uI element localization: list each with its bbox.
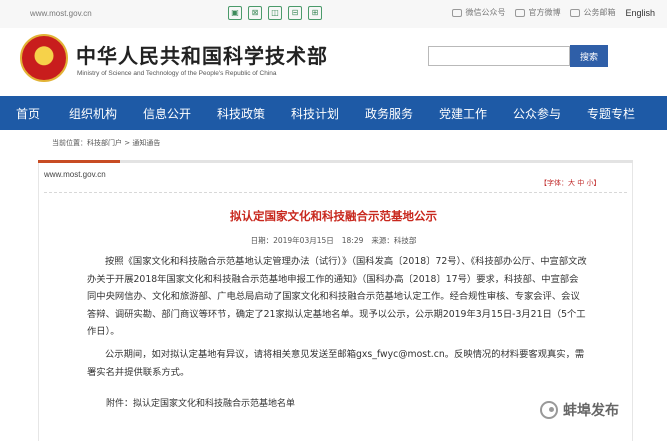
tool-icon-1[interactable]: ▣ bbox=[228, 6, 242, 20]
accessibility-tools: ▣ ⊠ ◫ ⊟ ⊞ bbox=[228, 6, 322, 20]
nav-party-building[interactable]: 党建工作 bbox=[426, 105, 500, 122]
nav-public-participation[interactable]: 公众参与 bbox=[500, 105, 574, 122]
article-site-url: www.most.gov.cn bbox=[44, 170, 106, 179]
nav-home[interactable]: 首页 bbox=[0, 105, 56, 122]
search-input[interactable] bbox=[428, 46, 570, 66]
article-time: 18:29 bbox=[341, 236, 364, 245]
article-paragraph-1: 按照《国家文化和科技融合示范基地认定管理办法（试行）》（国科发高〔2018〕72… bbox=[87, 256, 587, 337]
nav-programs[interactable]: 科技计划 bbox=[278, 105, 352, 122]
nav-organization[interactable]: 组织机构 bbox=[56, 105, 130, 122]
tool-icon-3[interactable]: ◫ bbox=[268, 6, 282, 20]
search-button[interactable]: 搜索 bbox=[570, 45, 608, 67]
main-nav: 首页 组织机构 信息公开 科技政策 科技计划 政务服务 党建工作 公众参与 专题… bbox=[0, 96, 667, 130]
article-meta: 日期：2019年03月15日 18:29 来源：科技部 bbox=[0, 235, 667, 246]
top-utility-bar: www.most.gov.cn ▣ ⊠ ◫ ⊟ ⊞ 微信公众号 官方微博 公务邮… bbox=[0, 0, 667, 28]
font-size-switcher: 【字体：大 中 小】 bbox=[540, 179, 601, 187]
nav-policy[interactable]: 科技政策 bbox=[204, 105, 278, 122]
weibo-icon bbox=[515, 8, 526, 17]
weibo-link[interactable]: 官方微博 bbox=[515, 7, 560, 18]
nav-services[interactable]: 政务服务 bbox=[352, 105, 426, 122]
font-large-link[interactable]: 大 bbox=[568, 179, 575, 187]
wechat-icon bbox=[452, 8, 463, 17]
watermark-text: 蚌埠发布 bbox=[563, 403, 619, 419]
breadcrumb[interactable]: 当前位置：科技部门户 > 通知通告 bbox=[52, 138, 160, 148]
article-divider bbox=[44, 192, 627, 193]
font-medium-link[interactable]: 中 bbox=[577, 179, 584, 187]
wechat-link[interactable]: 微信公众号 bbox=[452, 7, 505, 18]
tool-icon-2[interactable]: ⊠ bbox=[248, 6, 262, 20]
site-header: 中华人民共和国科学技术部 Ministry of Science and Tec… bbox=[0, 28, 667, 96]
watermark: 蚌埠发布 bbox=[540, 400, 619, 420]
nav-special-topics[interactable]: 专题专栏 bbox=[574, 105, 648, 122]
site-title[interactable]: 中华人民共和国科学技术部 bbox=[76, 40, 328, 69]
article-date: 日期：2019年03月15日 bbox=[250, 236, 334, 245]
email-link[interactable]: 公务邮箱 bbox=[570, 7, 615, 18]
wechat-icon bbox=[540, 401, 558, 419]
top-links: 微信公众号 官方微博 公务邮箱 English bbox=[452, 7, 655, 18]
mail-icon bbox=[570, 8, 581, 17]
site-title-english: Ministry of Science and Technology of th… bbox=[77, 70, 277, 77]
article-source: 来源：科技部 bbox=[371, 236, 417, 245]
tool-icon-4[interactable]: ⊟ bbox=[288, 6, 302, 20]
article-paragraph-2: 公示期间，如对拟认定基地有异议，请将相关意见发送至邮箱gxs_fwyc@most… bbox=[87, 349, 585, 378]
site-url[interactable]: www.most.gov.cn bbox=[30, 9, 92, 18]
article-title: 拟认定国家文化和科技融合示范基地公示 bbox=[230, 209, 437, 223]
tool-icon-5[interactable]: ⊞ bbox=[308, 6, 322, 20]
nav-info-disclosure[interactable]: 信息公开 bbox=[130, 105, 204, 122]
english-link[interactable]: English bbox=[625, 8, 655, 18]
national-emblem-logo[interactable] bbox=[20, 34, 68, 82]
attachment-link[interactable]: 附件：拟认定国家文化和科技融合示范基地名单 bbox=[106, 396, 295, 409]
